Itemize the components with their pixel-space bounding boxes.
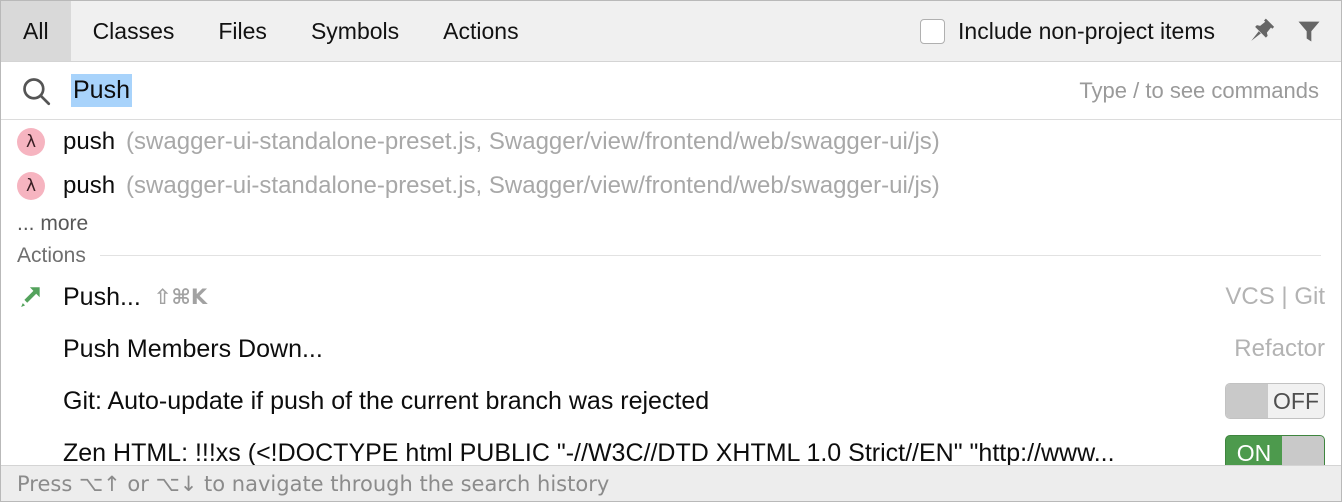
tab-files[interactable]: Files: [196, 1, 289, 61]
result-row[interactable]: λ push (swagger-ui-standalone-preset.js,…: [1, 120, 1341, 164]
action-shortcut: ⇧⌘K: [153, 285, 208, 309]
filter-funnel-icon[interactable]: [1291, 13, 1327, 49]
action-row-zen-html[interactable]: Zen HTML: !!!xs (<!DOCTYPE html PUBLIC "…: [1, 427, 1341, 465]
action-label: Push Members Down...: [63, 334, 323, 363]
toggle-off-switch[interactable]: OFF: [1225, 383, 1325, 419]
include-non-project-items-checkbox[interactable]: Include non-project items: [920, 18, 1215, 45]
result-name: push: [63, 172, 116, 199]
results-list: λ push (swagger-ui-standalone-preset.js,…: [1, 120, 1341, 465]
tab-all[interactable]: All: [1, 1, 71, 61]
actions-group-label: Actions: [17, 243, 86, 267]
search-input[interactable]: Push: [71, 73, 132, 108]
search-icon: [19, 74, 53, 108]
checkbox-box[interactable]: [920, 18, 946, 44]
action-row-git-auto-update[interactable]: Git: Auto-update if push of the current …: [1, 375, 1341, 427]
tab-symbols[interactable]: Symbols: [289, 1, 421, 61]
lambda-icon: λ: [17, 172, 45, 200]
header-controls: Include non-project items: [920, 1, 1341, 61]
action-row-push-members-down[interactable]: Push Members Down... Refactor: [1, 323, 1341, 375]
tab-symbols-label: Symbols: [310, 17, 400, 44]
status-bar: Press ⌥↑ or ⌥↓ to navigate through the s…: [1, 465, 1341, 501]
push-arrow-icon: [17, 284, 45, 310]
tab-all-label: All: [23, 17, 49, 44]
action-group-label: Refactor: [1234, 335, 1325, 362]
toggle-label: ON: [1236, 439, 1272, 466]
tab-bar: All Classes Files Symbols Actions Includ…: [1, 1, 1341, 62]
toggle-on-switch[interactable]: ON: [1225, 435, 1325, 465]
actions-group-header: Actions: [1, 240, 1341, 271]
result-name: push: [63, 128, 116, 155]
status-bar-text: Press ⌥↑ or ⌥↓ to navigate through the s…: [17, 471, 610, 496]
tab-actions[interactable]: Actions: [421, 1, 540, 61]
more-results-label: ... more: [17, 212, 89, 235]
toggle-slot: OFF: [1211, 383, 1325, 419]
search-everywhere-dialog: All Classes Files Symbols Actions Includ…: [0, 0, 1342, 502]
toggle-knob: [1282, 436, 1324, 465]
toggle-label: OFF: [1273, 387, 1319, 414]
result-path: (swagger-ui-standalone-preset.js, Swagge…: [126, 128, 940, 155]
tab-files-label: Files: [218, 17, 267, 44]
group-separator: [99, 255, 1321, 256]
action-label: Git: Auto-update if push of the current …: [63, 386, 710, 415]
search-row[interactable]: Push Type / to see commands: [1, 62, 1341, 120]
search-hint: Type / to see commands: [1079, 77, 1319, 103]
result-path: (swagger-ui-standalone-preset.js, Swagge…: [126, 172, 940, 199]
action-group-label: VCS | Git: [1225, 283, 1325, 310]
action-label: Zen HTML: !!!xs (<!DOCTYPE html PUBLIC "…: [63, 438, 1115, 466]
toggle-knob: [1226, 384, 1268, 418]
pin-icon[interactable]: [1245, 13, 1281, 49]
result-row[interactable]: λ push (swagger-ui-standalone-preset.js,…: [1, 164, 1341, 208]
lambda-icon: λ: [17, 128, 45, 156]
lambda-glyph: λ: [25, 131, 37, 152]
action-label: Push...: [63, 282, 141, 311]
more-results-link[interactable]: ... more: [1, 208, 1341, 240]
include-non-project-items-label: Include non-project items: [958, 17, 1215, 44]
tab-classes-label: Classes: [92, 17, 175, 44]
tab-actions-label: Actions: [443, 17, 519, 44]
tab-classes[interactable]: Classes: [71, 1, 197, 61]
lambda-glyph: λ: [25, 175, 37, 196]
toggle-slot: ON: [1211, 435, 1325, 465]
action-row-push[interactable]: Push... ⇧⌘K VCS | Git: [1, 271, 1341, 323]
